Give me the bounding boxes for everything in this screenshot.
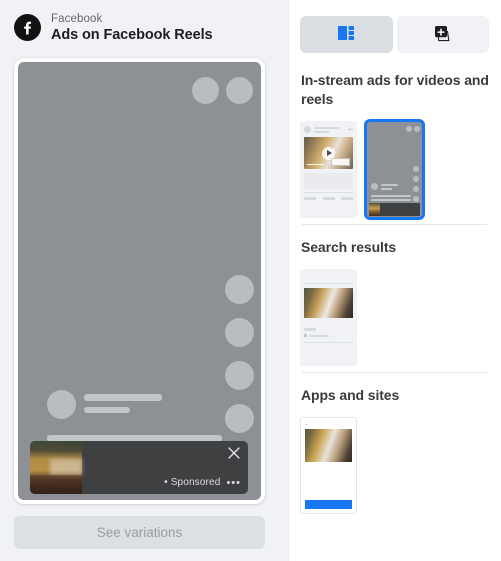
- layout-placements-icon: [338, 26, 355, 43]
- panel-tabs: [300, 16, 489, 53]
- placeholder-circle-top-left: [192, 77, 219, 104]
- close-icon[interactable]: [227, 446, 241, 460]
- placeholder-action-icon: [225, 275, 254, 304]
- placeholder-line: [314, 130, 330, 133]
- placeholder-avatar: [47, 390, 76, 419]
- divider: [302, 224, 487, 225]
- placeholder-line: [314, 126, 339, 129]
- corner-marker-icon: ⌐: [305, 422, 308, 428]
- see-variations-button[interactable]: See variations: [14, 516, 265, 549]
- add-media-cards-icon: [433, 25, 452, 45]
- placeholder-action-icon: [413, 176, 419, 182]
- placeholder-circle-top-right: [226, 77, 253, 104]
- phone-screen: • Sponsored •••: [18, 62, 261, 500]
- video-thumbnail-image: [304, 137, 353, 169]
- more-options-icon[interactable]: •••: [226, 477, 241, 488]
- thumbnail-search-results[interactable]: [300, 269, 357, 366]
- page-title: Ads on Facebook Reels: [51, 26, 213, 43]
- caption-placeholder: [304, 173, 353, 189]
- cta-button-placeholder: [305, 500, 352, 509]
- name-lines: [314, 126, 345, 133]
- ad-image: [304, 288, 353, 318]
- placeholder-action-icon: [225, 361, 254, 390]
- sponsored-ad-bar[interactable]: • Sponsored •••: [30, 441, 248, 494]
- section-title: Search results: [301, 239, 397, 255]
- placeholder-line: [304, 328, 316, 331]
- ad-preview-app: Facebook Ads on Facebook Reels • Sponsor…: [0, 0, 501, 561]
- thumbnail-row: •••: [300, 119, 489, 220]
- sponsored-meta: • Sponsored •••: [164, 477, 241, 488]
- placeholder-subname-line: [84, 407, 130, 413]
- progress-bar: [307, 163, 325, 165]
- brand-header: Facebook Ads on Facebook Reels: [0, 0, 288, 46]
- placeholder-action-icon: [413, 196, 419, 202]
- placeholder-line: [309, 334, 329, 337]
- thumbnail-row: ⌐: [300, 417, 489, 514]
- placeholder-action-icon: [225, 404, 254, 433]
- placeholder-line: [371, 195, 411, 197]
- placements-panel: In-stream ads for videos and reels ••• S…: [288, 0, 501, 561]
- brand-subtitle: Facebook: [51, 12, 103, 25]
- section-title: In-stream ads for videos and reels: [301, 72, 489, 107]
- placeholder-circle: [406, 126, 412, 132]
- placeholder-icon: [304, 334, 307, 337]
- tab-media[interactable]: [396, 16, 489, 53]
- thumbnail-in-stream-reels[interactable]: [364, 119, 425, 220]
- placeholder-line-row: [304, 334, 353, 337]
- phone-mockup: • Sponsored •••: [14, 58, 265, 504]
- thumbnail-apps-and-sites[interactable]: ⌐: [300, 417, 357, 514]
- thumbnail-row: [300, 269, 489, 366]
- more-options-icon: •••: [347, 126, 353, 133]
- comment-placeholder: [322, 197, 335, 200]
- sponsored-label: • Sponsored: [164, 477, 221, 488]
- like-placeholder: [304, 197, 316, 200]
- placeholder-action-icon: [225, 318, 254, 347]
- avatar: [304, 126, 311, 133]
- placeholder-name-line: [84, 394, 162, 401]
- divider: [304, 342, 353, 343]
- result-text-lines: [304, 328, 353, 337]
- section-search-results: Search results: [300, 224, 489, 366]
- tab-placements[interactable]: [300, 16, 393, 53]
- divider: [304, 192, 353, 193]
- share-placeholder: [341, 197, 353, 200]
- feed-header: •••: [304, 126, 353, 133]
- placeholder-line: [381, 188, 392, 190]
- thumbnail-in-stream-feed[interactable]: •••: [300, 121, 357, 218]
- placeholder-circle: [414, 126, 420, 132]
- placeholder-action-icon: [413, 166, 419, 172]
- placeholder-line: [371, 199, 411, 201]
- sponsored-bar-mini: [369, 203, 420, 216]
- cta-button-placeholder: [331, 158, 350, 166]
- section-title: Apps and sites: [301, 387, 400, 403]
- sponsored-thumbnail-image: [369, 203, 380, 216]
- engagement-row: [304, 197, 353, 200]
- divider: [304, 283, 353, 284]
- section-apps-and-sites: Apps and sites ⌐: [300, 372, 489, 514]
- sponsored-bar-body: • Sponsored •••: [82, 441, 248, 494]
- placeholder-action-icon: [413, 186, 419, 192]
- search-header-placeholder: [304, 274, 353, 283]
- facebook-logo-icon: [14, 14, 41, 41]
- brand-text: Facebook Ads on Facebook Reels: [51, 12, 213, 44]
- preview-panel: Facebook Ads on Facebook Reels • Sponsor…: [0, 0, 288, 561]
- sponsored-thumbnail-image: [30, 441, 82, 494]
- ad-image: [305, 429, 352, 462]
- divider: [302, 372, 487, 373]
- section-in-stream: In-stream ads for videos and reels •••: [300, 71, 489, 220]
- avatar: [371, 183, 378, 190]
- placeholder-line: [381, 184, 398, 186]
